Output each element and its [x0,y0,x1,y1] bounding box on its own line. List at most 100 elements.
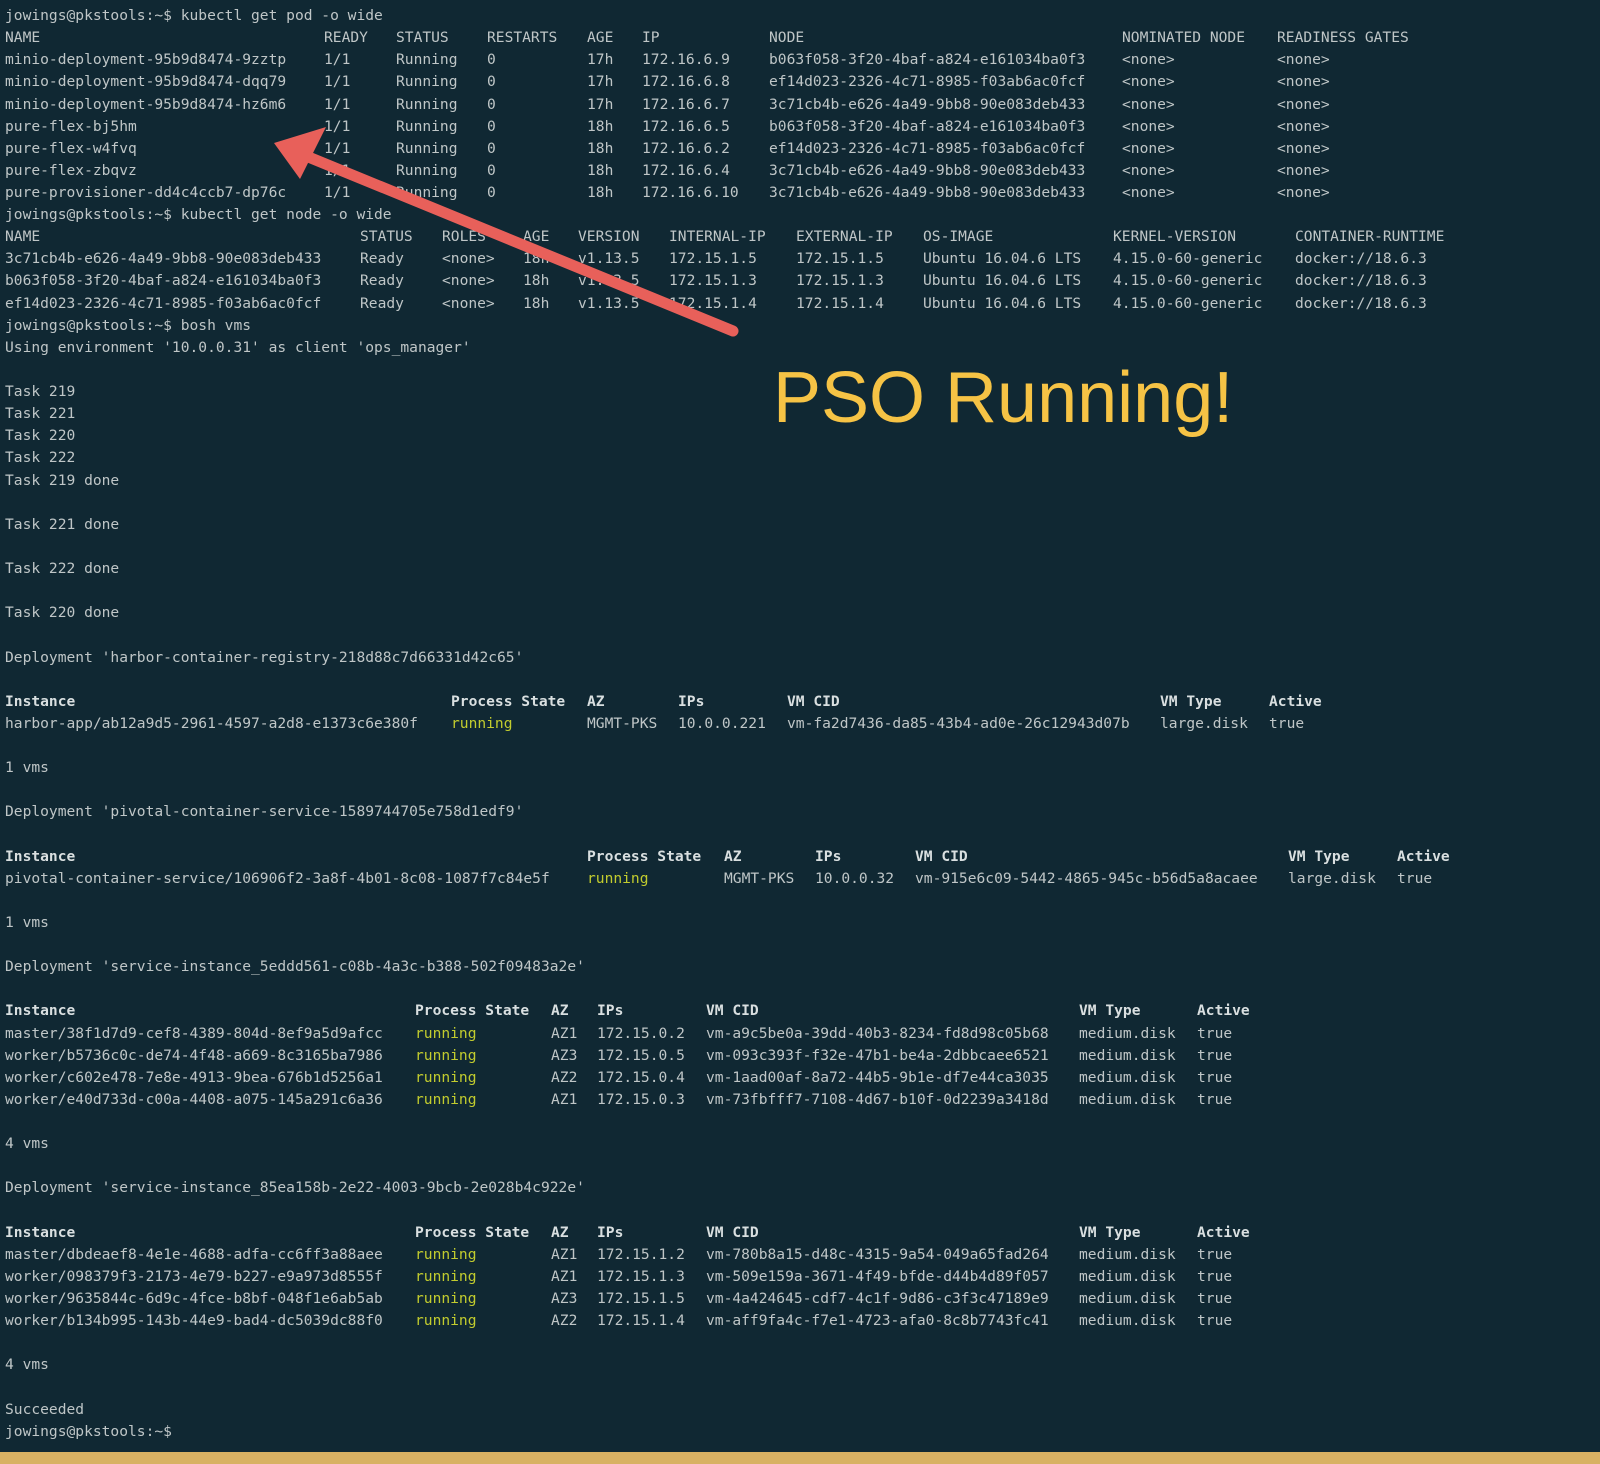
table-cell: minio-deployment-95b9d8474-dqq79 [5,73,287,91]
table-cell: 18h [523,250,550,268]
terminal-line: Task 220 [5,427,76,445]
table-cell: VM CID [787,692,840,710]
table-cell: 3c71cb4b-e626-4a49-9bb8-90e083deb433 [769,95,1086,113]
table-cell: 172.15.0.2 [597,1024,685,1042]
table-cell: <none> [1122,161,1175,179]
table-cell: ef14d023-2326-4c71-8985-f03ab6ac0fcf [769,139,1086,157]
table-cell: vm-915e6c09-5442-4865-945c-b56d5a8acaee [915,869,1258,887]
table-cell: Ready [360,294,404,312]
table-cell: Process State [587,847,702,865]
table-cell: running [415,1312,477,1330]
table-cell: large.disk [1288,869,1376,887]
table-cell: <none> [1122,73,1175,91]
terminal-line: Deployment 'harbor-container-registry-21… [5,648,524,666]
table-row: NAME STATUS ROLES AGE VERSION INTERNAL-IP EXTE… [5,226,1595,248]
table-cell: 0 [487,184,496,201]
table-cell: NODE [769,29,805,47]
table-cell: STATUS [396,29,449,47]
table-cell: MGMT-PKS [724,869,795,887]
table-cell: medium.disk [1079,1290,1176,1307]
table-cell: pure-provisioner-dd4c4ccb7-dp76c [5,184,287,201]
table-cell: OS-IMAGE [923,228,994,246]
table-cell: ef14d023-2326-4c71-8985-f03ab6ac0fcf [5,294,322,312]
table-cell: 172.16.6.4 [642,161,730,179]
table-cell: Process State [415,1002,530,1020]
table-cell: Process State [451,692,566,710]
table-cell: AZ1 [551,1090,578,1108]
table-row: worker/b5736c0c-de74-4f48-a669-8c3165ba7… [5,1045,1595,1067]
terminal-window[interactable]: jowings@pkstools:~$ kubectl get pod -o w… [0,0,1600,1452]
table-cell: worker/e40d733d-c00a-4408-a075-145a291c6… [5,1090,383,1108]
table-cell: VM CID [706,1223,759,1241]
table-cell: pure-flex-zbqvz [5,161,137,179]
table-cell: running [415,1068,477,1086]
table-cell: true [1197,1267,1233,1285]
table-cell: VM CID [915,847,968,865]
table-cell: <none> [1277,139,1330,157]
table-cell: medium.disk [1079,1267,1176,1285]
table-cell: 17h [587,95,614,113]
table-cell: docker://18.6.3 [1295,272,1427,290]
table-cell: 172.15.0.5 [597,1046,685,1064]
table-cell: v1.13.5 [578,272,640,290]
table-cell: 172.15.1.3 [669,272,757,290]
table-row: pure-provisioner-dd4c4ccb7-dp76c 1/1 Runni… [5,182,1595,204]
table-row: b063f058-3f20-4baf-a824-e161034ba0f3 Read… [5,270,1595,292]
table-cell: worker/b5736c0c-de74-4f48-a669-8c3165ba7… [5,1046,383,1064]
terminal-line: Deployment 'service-instance_85ea158b-2e… [5,1179,585,1197]
table-cell: VM Type [1079,1002,1141,1020]
table-cell: medium.disk [1079,1090,1176,1108]
table-cell: 10.0.0.32 [815,869,895,887]
table-cell: AZ1 [551,1267,578,1285]
table-cell: Ubuntu 16.04.6 LTS [923,272,1082,290]
table-cell: Ready [360,250,404,268]
table-cell: ef14d023-2326-4c71-8985-f03ab6ac0fcf [769,73,1086,91]
table-cell: vm-093c393f-f32e-47b1-be4a-2dbbcaee6521 [706,1046,1049,1064]
table-cell: running [415,1290,477,1307]
table-cell: running [587,869,649,887]
table-cell: running [415,1245,477,1263]
table-cell: 18h [587,161,614,179]
table-cell: large.disk [1160,714,1248,732]
table-cell: <none> [1122,117,1175,135]
terminal-line: jowings@pkstools:~$ kubectl get pod -o w… [5,7,383,24]
table-cell: vm-73fbfff7-7108-4d67-b10f-0d2239a3418d [706,1090,1049,1108]
table-cell: Instance [5,847,76,865]
table-cell: Running [396,161,458,179]
table-cell: worker/9635844c-6d9c-4fce-b8bf-048f1e6ab… [5,1290,383,1307]
table-cell: vm-509e159a-3671-4f49-bfde-d44b4d89f057 [706,1267,1049,1285]
terminal-line: Succeeded [5,1400,85,1418]
table-cell: vm-4a424645-cdf7-4c1f-9d86-c3f3c47189e9 [706,1290,1049,1307]
table-cell: 0 [487,139,496,157]
table-cell: 172.16.6.9 [642,51,730,69]
table-cell: 0 [487,51,496,69]
table-cell: Active [1269,692,1322,710]
table-cell: 4.15.0-60-generic [1113,294,1263,312]
table-cell: AGE [523,228,550,246]
terminal-line: Using environment '10.0.0.31' as client … [5,338,471,356]
table-cell: master/38f1d7d9-cef8-4389-804d-8ef9a5d9a… [5,1024,383,1042]
table-cell: 172.16.6.5 [642,117,730,135]
table-cell: <none> [1277,95,1330,113]
table-row: worker/9635844c-6d9c-4fce-b8bf-048f1e6ab… [5,1288,1595,1310]
terminal-line: jowings@pkstools:~$ [5,1422,172,1440]
table-cell: 0 [487,117,496,135]
table-header-row: Instance Process State AZ IPs VM CID VM Type A… [5,691,1595,713]
table-cell: true [1197,1245,1233,1263]
table-cell: AZ2 [551,1312,578,1330]
table-cell: MGMT-PKS [587,714,658,732]
table-cell: vm-fa2d7436-da85-43b4-ad0e-26c12943d07b [787,714,1130,732]
table-cell: 1/1 [324,117,351,135]
table-row: minio-deployment-95b9d8474-dqq79 1/1 Runni… [5,71,1595,93]
table-cell: harbor-app/ab12a9d5-2961-4597-a2d8-e1373… [5,714,418,732]
table-cell: VM Type [1079,1223,1141,1241]
table-cell: worker/b134b995-143b-44e9-bad4-dc5039dc8… [5,1312,383,1330]
table-cell: 1/1 [324,73,351,91]
table-cell: 172.16.6.10 [642,184,739,201]
table-cell: 172.15.1.5 [669,250,757,268]
table-cell: Instance [5,692,76,710]
terminal-line: Task 222 done [5,560,120,577]
table-cell: 1/1 [324,51,351,69]
table-cell: docker://18.6.3 [1295,294,1427,312]
table-cell: AZ3 [551,1046,578,1064]
